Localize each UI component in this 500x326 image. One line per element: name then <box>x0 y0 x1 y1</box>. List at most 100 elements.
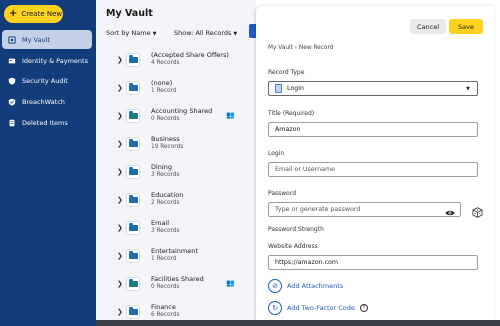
folder-count: 3 Records <box>151 228 180 234</box>
create-new-button[interactable]: + Create New <box>4 5 63 23</box>
show-password-eye-icon[interactable] <box>445 209 455 217</box>
folder-count: 3 Records <box>151 172 180 178</box>
folder-count: 0 Records <box>151 284 180 290</box>
record-type-value: Login <box>287 85 304 92</box>
chevron-right-icon[interactable]: ❯ <box>117 252 123 260</box>
password-label: Password <box>268 190 297 197</box>
add-two-factor-button[interactable]: ↻ Add Two-Factor Code ? <box>268 301 368 315</box>
plus-icon: + <box>9 8 18 19</box>
cancel-button[interactable]: Cancel <box>410 19 446 34</box>
folder-icon <box>126 305 140 319</box>
chevron-right-icon[interactable]: ❯ <box>117 280 123 288</box>
breachwatch-icon <box>8 98 16 106</box>
folder-count: 1 Record <box>151 88 177 94</box>
folder-count: 2 Records <box>151 200 180 206</box>
folder-row[interactable]: ❯ Entertainment 1 Record <box>96 243 254 271</box>
add-attachments-button[interactable]: ⊘ Add Attachments <box>268 279 343 293</box>
chevron-right-icon[interactable]: ❯ <box>117 140 123 148</box>
chevron-right-icon[interactable]: ❯ <box>117 196 123 204</box>
folder-name: Business <box>151 135 180 143</box>
sort-dropdown[interactable]: Sort by Name ▼ <box>106 29 156 37</box>
bottom-taskbar-strip <box>96 320 500 326</box>
website-input[interactable]: https://amazon.com <box>268 255 478 270</box>
add-attachments-label: Add Attachments <box>287 282 344 290</box>
folder-row[interactable]: ❯ Business 19 Records <box>96 131 254 159</box>
add-record-button-edge[interactable] <box>249 24 256 38</box>
folder-row[interactable]: ❯ Email 3 Records <box>96 215 254 243</box>
filter-label: Show: All Records <box>174 29 232 37</box>
shield-icon <box>8 77 16 85</box>
breadcrumb: My Vault › New Record <box>268 45 333 51</box>
folder-count: 6 Records <box>151 312 180 318</box>
folder-name: Dining <box>151 163 172 171</box>
folder-count: 4 Records <box>151 60 180 66</box>
folder-icon <box>126 165 140 179</box>
folder-name: Email <box>151 219 170 227</box>
folder-row[interactable]: ❯ (none) 1 Record <box>96 75 254 103</box>
folder-name: Education <box>151 191 184 199</box>
trash-icon <box>8 119 16 127</box>
folder-count: 1 Record <box>151 256 177 262</box>
title-input[interactable]: Amazon <box>268 122 478 137</box>
sidebar-item-deleted-items[interactable]: Deleted Items <box>2 113 92 132</box>
folder-name: Accounting Shared <box>151 107 213 115</box>
sidebar-item-label: Identity & Payments <box>22 56 88 65</box>
folder-row[interactable]: ❯ (Accepted Share Offers) 4 Records <box>96 47 254 75</box>
folder-name: Facilities Shared <box>151 275 204 283</box>
chevron-right-icon[interactable]: ❯ <box>117 84 123 92</box>
password-strength-label: Password Strength <box>268 226 324 233</box>
website-label: Website Address <box>268 243 318 250</box>
folder-row[interactable]: ❯ Facilities Shared 0 Records 👥 <box>96 271 254 299</box>
create-new-label: Create New <box>21 10 63 18</box>
sidebar-item-my-vault[interactable]: My Vault <box>2 30 92 49</box>
sidebar-item-security-audit[interactable]: Security Audit <box>2 71 92 90</box>
folder-icon <box>126 249 140 263</box>
new-record-panel: Cancel Save My Vault › New Record Record… <box>256 6 494 326</box>
folder-row[interactable]: ❯ Education 2 Records <box>96 187 254 215</box>
sidebar-item-breachwatch[interactable]: BreachWatch <box>2 92 92 111</box>
sidebar-item-identity-payments[interactable]: Identity & Payments <box>2 51 92 70</box>
sidebar-item-label: BreachWatch <box>22 97 65 106</box>
record-type-select[interactable]: Login ▼ <box>268 81 478 96</box>
save-button[interactable]: Save <box>449 19 483 34</box>
folder-icon <box>126 137 140 151</box>
sidebar-item-label: Deleted Items <box>22 118 68 127</box>
title-label: Title (Required) <box>268 110 315 117</box>
chevron-right-icon[interactable]: ❯ <box>117 112 123 120</box>
chevron-right-icon[interactable]: ❯ <box>117 224 123 232</box>
breadcrumb-root[interactable]: My Vault <box>268 45 293 51</box>
id-card-icon <box>8 57 16 65</box>
folder-count: 19 Records <box>151 144 184 150</box>
help-icon[interactable]: ? <box>359 304 368 312</box>
chevron-right-icon[interactable]: ❯ <box>117 308 123 316</box>
folder-name: (none) <box>151 79 173 87</box>
login-input[interactable]: Email or Username <box>268 162 478 177</box>
folder-icon <box>126 81 140 95</box>
shared-folder-icon <box>126 277 140 291</box>
shared-users-icon: 👥 <box>226 279 235 287</box>
folder-row[interactable]: ❯ Dining 3 Records <box>96 159 254 187</box>
folder-name: (Accepted Share Offers) <box>151 51 229 59</box>
caret-down-icon: ▼ <box>152 31 157 37</box>
folder-icon <box>126 193 140 207</box>
filter-dropdown[interactable]: Show: All Records ▼ <box>174 29 237 37</box>
breadcrumb-separator: › <box>294 45 298 51</box>
add-two-factor-label: Add Two-Factor Code <box>287 304 355 312</box>
caret-down-icon: ▼ <box>233 31 238 37</box>
document-icon <box>275 84 282 93</box>
generate-password-dice-icon[interactable] <box>472 207 483 218</box>
shared-users-icon: 👥 <box>226 111 235 119</box>
paperclip-icon: ⊘ <box>268 279 282 293</box>
sidebar: + Create New My Vault Identity & Payment… <box>0 0 96 326</box>
password-input[interactable]: Type or generate password <box>268 202 461 217</box>
sort-label: Sort by Name <box>106 29 151 37</box>
record-type-label: Record Type <box>268 69 305 76</box>
sidebar-item-label: Security Audit <box>22 76 68 85</box>
chevron-right-icon[interactable]: ❯ <box>117 56 123 64</box>
folder-name: Finance <box>151 303 176 311</box>
folder-count: 0 Records <box>151 116 180 122</box>
chevron-right-icon[interactable]: ❯ <box>117 168 123 176</box>
login-label: Login <box>268 150 285 157</box>
folder-row[interactable]: ❯ Accounting Shared 0 Records 👥 <box>96 103 254 131</box>
vault-icon <box>8 35 16 44</box>
